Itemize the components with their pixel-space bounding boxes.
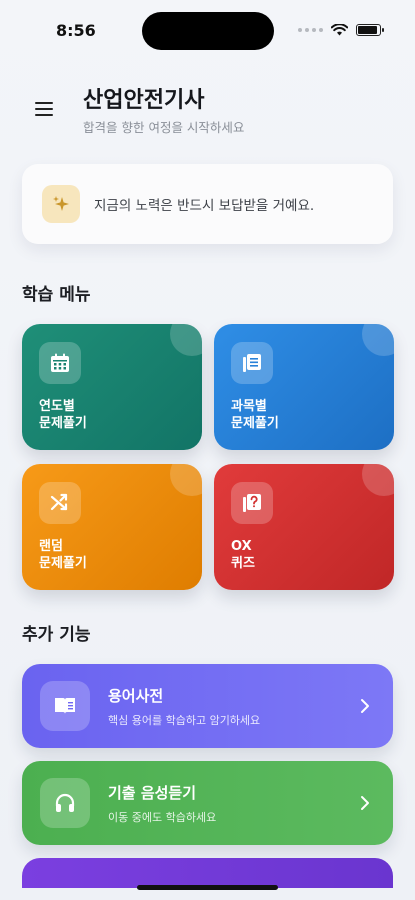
dictionary-text: 용어사전 핵심 용어를 학습하고 암기하세요: [108, 685, 355, 728]
motivation-text: 지금의 노력은 반드시 보답받을 거예요.: [94, 198, 315, 214]
home-indicator[interactable]: [137, 885, 278, 890]
dictionary-title: 용어사전: [108, 686, 164, 705]
header: 산업안전기사 합격을 향한 여정을 시작하세요: [22, 80, 393, 140]
dictionary-subtitle: 핵심 용어를 학습하고 암기하세요: [108, 713, 261, 727]
next-feature-card[interactable]: [22, 858, 393, 888]
headphones-icon: [40, 778, 90, 828]
dictionary-card[interactable]: 용어사전 핵심 용어를 학습하고 암기하세요: [22, 664, 393, 748]
menu-icon: [35, 102, 53, 116]
book-list-icon: [231, 342, 273, 384]
tile-label: 연도별 문제풀기: [39, 399, 87, 431]
tile-subject-problems[interactable]: 과목별 문제풀기: [214, 324, 394, 450]
status-time: 8:56: [56, 21, 96, 40]
tile-label: 랜덤 문제풀기: [39, 539, 87, 571]
chevron-right-icon: [355, 793, 375, 813]
quiz-icon: [231, 482, 273, 524]
page-title: 산업안전기사: [83, 88, 205, 113]
status-icons: [298, 24, 384, 36]
dictionary-icon: [40, 681, 90, 731]
page-subtitle: 합격을 향한 여정을 시작하세요: [83, 120, 245, 135]
sparkles-icon: [42, 185, 80, 223]
audio-text: 기출 음성듣기 이동 중에도 학습하세요: [108, 782, 355, 825]
tile-decoration: [362, 464, 394, 496]
tile-decoration: [170, 464, 202, 496]
menu-button[interactable]: [22, 87, 66, 131]
battery-icon: [356, 24, 384, 36]
battery-level: [358, 26, 377, 34]
tile-yearly-problems[interactable]: 연도별 문제풀기: [22, 324, 202, 450]
signal-icon: [298, 28, 323, 32]
dynamic-island: [142, 12, 274, 50]
tile-decoration: [362, 324, 394, 356]
tile-random-problems[interactable]: 랜덤 문제풀기: [22, 464, 202, 590]
calendar-icon: [39, 342, 81, 384]
status-bar: 8:56: [0, 0, 415, 56]
shuffle-icon: [39, 482, 81, 524]
extra-features-title: 추가 기능: [22, 625, 91, 645]
tile-label: 과목별 문제풀기: [231, 399, 279, 431]
wifi-icon: [331, 24, 348, 36]
study-menu-title: 학습 메뉴: [22, 285, 91, 305]
audio-title: 기출 음성듣기: [108, 783, 197, 802]
tile-decoration: [170, 324, 202, 356]
chevron-right-icon: [355, 696, 375, 716]
audio-subtitle: 이동 중에도 학습하세요: [108, 810, 217, 824]
tile-ox-quiz[interactable]: OX 퀴즈: [214, 464, 394, 590]
audio-card[interactable]: 기출 음성듣기 이동 중에도 학습하세요: [22, 761, 393, 845]
motivation-card: 지금의 노력은 반드시 보답받을 거예요.: [22, 164, 393, 244]
tile-label: OX 퀴즈: [231, 539, 255, 571]
